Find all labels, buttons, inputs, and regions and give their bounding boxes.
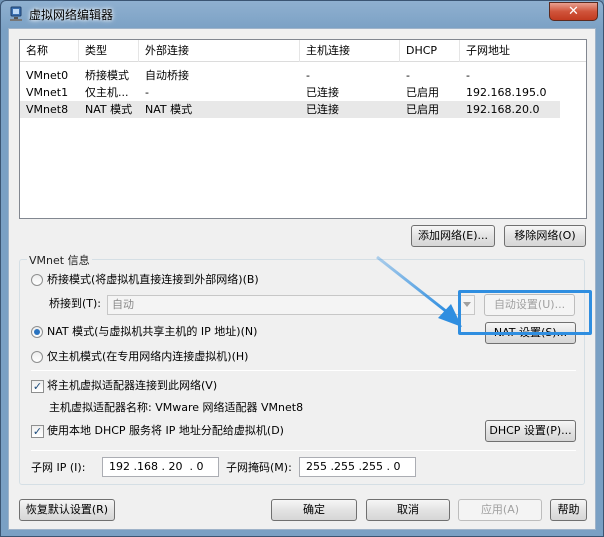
dialog-window: 虚拟网络编辑器 ✕ 名称 类型 外部连接 主机连接 DHCP 子网地址 VMne… (0, 0, 604, 537)
annotation-arrow-icon (376, 255, 462, 327)
